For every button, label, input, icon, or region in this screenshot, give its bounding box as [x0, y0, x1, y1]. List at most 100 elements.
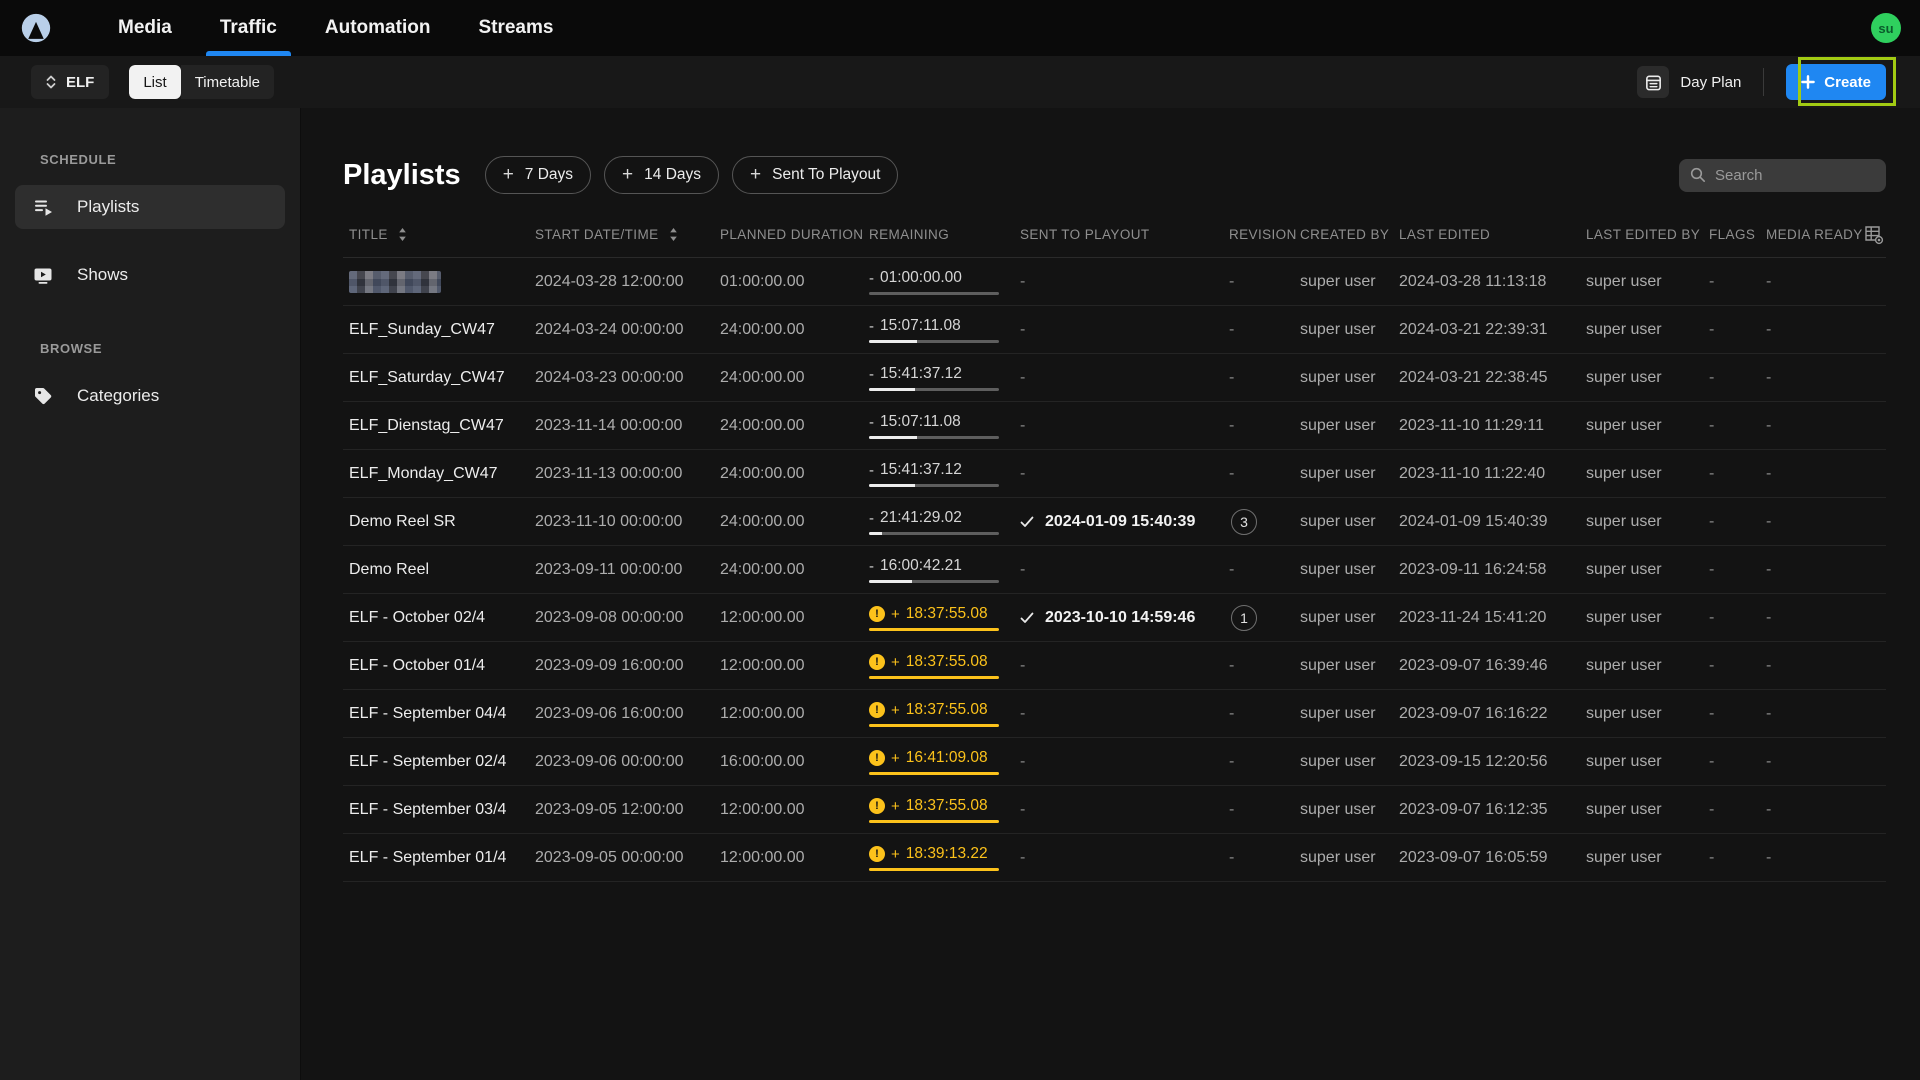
playlists-table: TITLE START DATE/TIME PLANNED DURATION REMA… [343, 212, 1886, 882]
calendar-icon [1645, 75, 1661, 90]
playlist-title: ELF - September 02/4 [349, 752, 507, 770]
last-edited: 2023-11-10 11:29:11 [1399, 416, 1545, 434]
sidebar-item-label: Shows [77, 265, 129, 284]
column-header-last-edited-by: LAST EDITED BY [1586, 227, 1701, 242]
planned-duration: 24:00:00.00 [720, 560, 805, 578]
playlist-title: Demo Reel [349, 560, 430, 578]
flags: - [1709, 608, 1715, 626]
nav-item-automation[interactable]: Automation [301, 0, 455, 56]
revision-cell: - [1229, 560, 1235, 578]
playlist-row[interactable]: Demo Reel 2023-09-11 00:00:00 24:00:00.00 -… [343, 546, 1886, 594]
created-by: super user [1300, 368, 1376, 386]
flags: - [1709, 752, 1715, 770]
start-date-time: 2024-03-23 00:00:00 [535, 368, 684, 386]
last-edited: 2024-03-21 22:38:45 [1399, 368, 1548, 386]
user-avatar[interactable]: su [1871, 13, 1901, 43]
planned-duration: 12:00:00.00 [720, 800, 805, 818]
revision-badge: 3 [1231, 508, 1257, 535]
sidebar-item-categories[interactable]: Categories [15, 374, 285, 418]
sidebar: SCHEDULE Playlists Shows BROWSE Categori… [0, 108, 301, 1080]
playlist-row[interactable]: ELF - October 02/4 2023-09-08 00:00:00 12:… [343, 594, 1886, 642]
remaining-cell: ! +16:41:09.08 [863, 748, 1014, 775]
media-ready: - [1766, 416, 1772, 434]
check-icon [1020, 516, 1034, 527]
playlist-title: ELF - October 01/4 [349, 656, 486, 674]
created-by: super user [1300, 848, 1376, 866]
column-header-start-date-time[interactable]: START DATE/TIME [529, 227, 714, 242]
playlist-row[interactable]: Demo Reel SR 2023-11-10 00:00:00 24:00:00.… [343, 498, 1886, 546]
playlist-row[interactable]: ELF - September 03/4 2023-09-05 12:00:00 1… [343, 786, 1886, 834]
view-toggle-list[interactable]: List [129, 65, 181, 99]
filter-chip-14-days[interactable]: + 14 Days [604, 156, 720, 194]
playlist-row[interactable]: ELF - September 01/4 2023-09-05 00:00:00 1… [343, 834, 1886, 882]
table-settings-button[interactable] [1850, 224, 1886, 245]
column-header-title[interactable]: TITLE [343, 227, 529, 242]
planned-duration: 24:00:00.00 [720, 320, 805, 338]
media-ready: - [1766, 320, 1772, 338]
playlist-icon [32, 196, 54, 218]
playlist-row[interactable]: ELF - September 04/4 2023-09-06 16:00:00 1… [343, 690, 1886, 738]
last-edited: 2024-03-21 22:39:31 [1399, 320, 1548, 338]
revision-cell: - [1229, 848, 1235, 866]
nav-item-media[interactable]: Media [94, 0, 196, 56]
channel-selector-label: ELF [66, 73, 95, 91]
playlist-title: ELF - October 02/4 [349, 608, 486, 626]
view-toggle-timetable[interactable]: Timetable [180, 65, 274, 99]
table-settings-icon [1865, 226, 1884, 245]
playlist-row[interactable]: ELF - October 01/4 2023-09-09 16:00:00 12:… [343, 642, 1886, 690]
created-by: super user [1300, 800, 1376, 818]
remaining-cell: -16:00:42.21 [863, 556, 1014, 583]
app-logo-icon[interactable] [18, 10, 54, 46]
main-content: Playlists + 7 Days + 14 Days + Sent To P… [301, 108, 1920, 1080]
day-plan-button[interactable] [1637, 66, 1670, 98]
search-input[interactable] [1715, 166, 1865, 184]
column-header-flags: FLAGS [1709, 227, 1756, 242]
plus-icon: + [502, 163, 514, 185]
start-date-time: 2023-09-11 00:00:00 [535, 560, 683, 578]
revision-cell: 1 [1223, 604, 1294, 631]
playlist-row[interactable]: ELF_Sunday_CW47 2024-03-24 00:00:00 24:00:… [343, 306, 1886, 354]
last-edited: 2023-09-15 12:20:56 [1399, 752, 1548, 770]
search-box[interactable] [1679, 158, 1886, 192]
page-title: Playlists [343, 158, 461, 191]
sent-to-playout-cell: - [1020, 800, 1026, 818]
playlist-row[interactable]: ELF - September 02/4 2023-09-06 00:00:00 1… [343, 738, 1886, 786]
sent-to-playout-cell: - [1020, 368, 1026, 386]
start-date-time: 2023-11-14 00:00:00 [535, 416, 683, 434]
playlist-row[interactable]: ELF_Monday_CW47 2023-11-13 00:00:00 24:00:… [343, 450, 1886, 498]
playlist-title: ELF_Saturday_CW47 [349, 368, 505, 386]
playlist-title: ELF_Monday_CW47 [349, 464, 498, 482]
created-by: super user [1300, 272, 1376, 290]
chip-label: 14 Days [644, 166, 702, 183]
playlist-row[interactable]: ELF_Dienstag_CW47 2023-11-14 00:00:00 24:0… [343, 402, 1886, 450]
column-header-sent-to-playout: SENT TO PLAYOUT [1020, 227, 1150, 242]
last-edited: 2024-01-09 15:40:39 [1399, 512, 1548, 530]
last-edited-by: super user [1586, 704, 1662, 722]
sent-to-playout-cell: - [1020, 848, 1026, 866]
last-edited-by: super user [1586, 752, 1662, 770]
sidebar-item-shows[interactable]: Shows [15, 253, 285, 297]
remaining-progress-bar [869, 868, 999, 871]
playlist-title: Demo Reel SR [349, 512, 456, 530]
sent-to-playout-cell: 2023-10-10 14:59:46 [1014, 609, 1223, 627]
last-edited-by: super user [1586, 416, 1662, 434]
nav-item-streams[interactable]: Streams [454, 0, 577, 56]
last-edited: 2023-09-11 16:24:58 [1399, 560, 1547, 578]
media-ready: - [1766, 464, 1772, 482]
channel-selector[interactable]: ELF [31, 65, 110, 99]
filter-chip-7-days[interactable]: + 7 Days [484, 156, 592, 194]
playlist-title: ELF - September 03/4 [349, 800, 507, 818]
planned-duration: 12:00:00.00 [720, 848, 805, 866]
flags: - [1709, 512, 1715, 530]
last-edited-by: super user [1586, 608, 1662, 626]
create-button[interactable]: Create [1786, 64, 1886, 100]
sort-icon [397, 227, 408, 242]
media-ready: - [1766, 368, 1772, 386]
sidebar-item-playlists[interactable]: Playlists [15, 185, 285, 229]
filter-chip-sent-to-playout[interactable]: + Sent To Playout [732, 156, 899, 194]
playlist-row[interactable]: 2024-03-28 12:00:00 01:00:00.00 -01:00:00.… [343, 258, 1886, 306]
nav-item-traffic[interactable]: Traffic [196, 0, 301, 56]
media-ready: - [1766, 800, 1772, 818]
playlist-row[interactable]: ELF_Saturday_CW47 2024-03-23 00:00:00 24:0… [343, 354, 1886, 402]
toolbar-divider [1763, 68, 1765, 96]
